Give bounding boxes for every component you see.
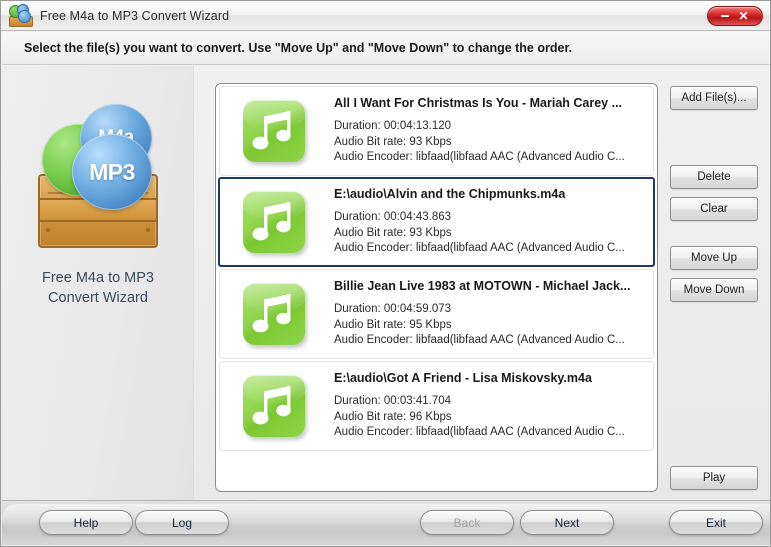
file-thumbnail	[220, 363, 328, 449]
file-bitrate: Audio Bit rate: 93 Kbps	[334, 226, 452, 239]
bottom-toolbar: Help Log Back Next Exit	[2, 500, 770, 545]
close-icon: ✕	[738, 9, 749, 23]
log-button[interactable]: Log	[135, 510, 229, 535]
file-encoder: Audio Encoder: libfaad(libfaad AAC (Adva…	[334, 334, 625, 347]
music-note-icon	[243, 283, 305, 345]
file-duration: Duration: 00:04:59.073	[334, 303, 452, 316]
clear-button[interactable]: Clear	[670, 197, 758, 221]
move-up-button[interactable]: Move Up	[670, 246, 758, 270]
file-list[interactable]: All I Want For Christmas Is You - Mariah…	[215, 83, 658, 492]
file-info: E:\audio\Alvin and the Chipmunks.m4a Dur…	[328, 187, 653, 257]
instruction-bar: Select the file(s) you want to convert. …	[2, 32, 770, 65]
close-button[interactable]: ✕	[707, 6, 763, 26]
file-title: All I Want For Christmas Is You - Mariah…	[334, 96, 623, 111]
help-button[interactable]: Help	[39, 510, 133, 535]
file-duration: Duration: 00:04:43.863	[334, 211, 452, 224]
application-window: Free M4a to MP3 Convert Wizard ✕ Select …	[0, 0, 771, 547]
file-bitrate: Audio Bit rate: 95 Kbps	[334, 318, 452, 331]
back-button: Back	[420, 510, 514, 535]
music-note-icon	[243, 191, 305, 253]
file-info: Billie Jean Live 1983 at MOTOWN - Michae…	[328, 279, 653, 349]
next-button[interactable]: Next	[520, 510, 614, 535]
play-button[interactable]: Play	[670, 466, 758, 490]
branding-panel: ← M4a MP3 Free M4a to MP3 Convert Wizard	[2, 66, 194, 502]
file-duration: Duration: 00:03:41.704	[334, 395, 452, 408]
file-bitrate: Audio Bit rate: 93 Kbps	[334, 135, 452, 148]
file-encoder: Audio Encoder: libfaad(libfaad AAC (Adva…	[334, 151, 625, 164]
file-encoder: Audio Encoder: libfaad(libfaad AAC (Adva…	[334, 426, 625, 439]
title-bar: Free M4a to MP3 Convert Wizard ✕	[1, 1, 770, 31]
table-row[interactable]: Billie Jean Live 1983 at MOTOWN - Michae…	[219, 269, 654, 359]
move-down-button[interactable]: Move Down	[670, 278, 758, 302]
file-title: E:\audio\Alvin and the Chipmunks.m4a	[334, 187, 566, 202]
music-note-icon	[243, 375, 305, 437]
table-row[interactable]: E:\audio\Alvin and the Chipmunks.m4a Dur…	[218, 177, 655, 267]
file-thumbnail	[220, 179, 328, 265]
file-bitrate: Audio Bit rate: 96 Kbps	[334, 410, 452, 423]
exit-button[interactable]: Exit	[669, 510, 763, 535]
app-logo-large: ← M4a MP3	[30, 102, 166, 252]
file-encoder: Audio Encoder: libfaad(libfaad AAC (Adva…	[334, 242, 625, 255]
file-info: E:\audio\Got A Friend - Lisa Miskovsky.m…	[328, 371, 653, 441]
mp3-badge-icon: MP3	[72, 134, 152, 210]
music-note-icon	[243, 100, 305, 162]
minimize-icon	[721, 15, 730, 17]
file-title: E:\audio\Got A Friend - Lisa Miskovsky.m…	[334, 371, 592, 386]
brand-block: ← M4a MP3 Free M4a to MP3 Convert Wizard	[2, 102, 194, 308]
table-row[interactable]: All I Want For Christmas Is You - Mariah…	[219, 86, 654, 176]
brand-name: Free M4a to MP3 Convert Wizard	[41, 270, 154, 306]
file-info: All I Want For Christmas Is You - Mariah…	[328, 96, 653, 166]
app-logo-icon	[8, 3, 34, 28]
window-title: Free M4a to MP3 Convert Wizard	[40, 8, 230, 23]
file-duration: Duration: 00:04:13.120	[334, 120, 452, 133]
instruction-text: Select the file(s) you want to convert. …	[24, 41, 573, 55]
mp3-label: MP3	[89, 158, 135, 185]
add-files-button[interactable]: Add File(s)...	[670, 86, 758, 110]
file-title: Billie Jean Live 1983 at MOTOWN - Michae…	[334, 279, 631, 294]
file-thumbnail	[220, 88, 328, 174]
delete-button[interactable]: Delete	[670, 165, 758, 189]
file-thumbnail	[220, 271, 328, 357]
table-row[interactable]: E:\audio\Got A Friend - Lisa Miskovsky.m…	[219, 361, 654, 451]
